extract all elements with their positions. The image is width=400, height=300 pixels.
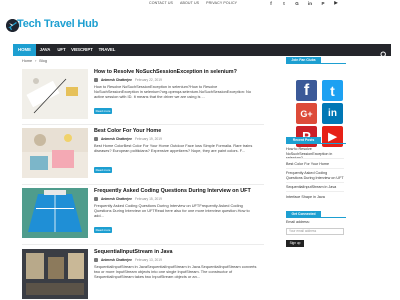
post-author[interactable]: Animesh Chatterjee bbox=[101, 137, 132, 141]
pinterest-icon[interactable]: P bbox=[320, 0, 326, 6]
top-links: CONTACT US ABOUT US PRIVACY POLICY bbox=[149, 1, 237, 6]
post-meta: Animesh Chatterjee February 13, 2019 bbox=[94, 258, 162, 262]
post-item: SequentialInputStream in Java Animesh Ch… bbox=[22, 249, 264, 300]
post-thumbnail[interactable] bbox=[22, 188, 88, 238]
breadcrumb-current: Blog bbox=[39, 59, 48, 63]
breadcrumb-separator: › bbox=[35, 59, 37, 63]
post-thumbnail[interactable] bbox=[22, 69, 88, 119]
divider bbox=[286, 168, 344, 169]
breadcrumb: Home › Blog bbox=[22, 59, 47, 63]
youtube-icon[interactable]: ▶ bbox=[333, 0, 339, 6]
privacy-link[interactable]: PRIVACY POLICY bbox=[206, 1, 237, 6]
read-more-button[interactable]: Read more bbox=[94, 227, 112, 233]
email-label: Email address: bbox=[286, 220, 310, 224]
post-thumbnail[interactable] bbox=[22, 128, 88, 178]
post-title[interactable]: How to Resolve NoSuchSessionException in… bbox=[94, 69, 264, 76]
signup-button[interactable]: Sign up bbox=[286, 240, 304, 247]
post-item: How to Resolve NoSuchSessionException in… bbox=[22, 69, 264, 121]
widget-divider bbox=[286, 63, 346, 64]
search-icon[interactable] bbox=[380, 46, 388, 59]
post-excerpt: Frequently Asked Coding Questions During… bbox=[94, 203, 250, 219]
contact-link[interactable]: CONTACT US bbox=[149, 1, 173, 6]
nav-item-java[interactable]: JAVA bbox=[36, 44, 54, 56]
post-author[interactable]: Animesh Chatterjee bbox=[101, 78, 132, 82]
nav-item-travel[interactable]: TRAVEL bbox=[97, 44, 117, 56]
main-nav: HOME JAVA UFT VBSCRIPT TRAVEL bbox=[13, 44, 391, 59]
email-input[interactable]: Your email address bbox=[286, 228, 344, 235]
divider bbox=[286, 191, 344, 192]
facebook-icon[interactable]: f bbox=[296, 80, 317, 101]
post-title[interactable]: SequentialInputStream in Java bbox=[94, 249, 264, 256]
google-plus-icon[interactable]: G bbox=[294, 0, 300, 6]
linkedin-icon[interactable]: in bbox=[307, 0, 313, 6]
divider bbox=[22, 244, 264, 245]
widget-divider bbox=[286, 143, 346, 144]
nav-item-uft[interactable]: UFT bbox=[54, 44, 69, 56]
divider bbox=[22, 124, 264, 125]
nav-item-vbscript[interactable]: VBSCRIPT bbox=[70, 44, 94, 56]
widget-divider bbox=[286, 217, 346, 218]
post-title[interactable]: Best Color For Your Home bbox=[94, 128, 264, 135]
post-item: Frequently Asked Coding Questions During… bbox=[22, 188, 264, 240]
read-more-button[interactable]: Read more bbox=[94, 167, 112, 173]
author-avatar bbox=[94, 258, 98, 262]
divider bbox=[286, 158, 344, 159]
post-date: February 15, 2019 bbox=[134, 197, 162, 201]
post-meta: Animesh Chatterjee February 15, 2019 bbox=[94, 197, 162, 201]
post-date: February 22, 2019 bbox=[134, 78, 162, 82]
recent-post-link[interactable]: SequentialInputStream in Java bbox=[286, 185, 344, 190]
read-more-button[interactable]: Read more bbox=[94, 108, 112, 114]
linkedin-icon[interactable]: in bbox=[322, 103, 343, 124]
post-meta: Animesh Chatterjee February 19, 2019 bbox=[94, 137, 162, 141]
recent-post-link[interactable]: Frequently Asked Coding Questions During… bbox=[286, 171, 344, 180]
author-avatar bbox=[94, 78, 98, 82]
author-avatar bbox=[94, 197, 98, 201]
site-title[interactable]: Tech Travel Hub bbox=[17, 18, 98, 30]
nav-item-home[interactable]: HOME bbox=[13, 44, 36, 56]
post-excerpt: How to Resolve NoSuchSessionException in… bbox=[94, 84, 252, 100]
post-excerpt: SequentialInputStream in JavaSequentialI… bbox=[94, 264, 257, 280]
recent-post-link[interactable]: Best Color For Your Home bbox=[286, 162, 344, 167]
post-item: Best Color For Your Home Animesh Chatter… bbox=[22, 128, 264, 180]
post-excerpt: Best Home ColorBest Color For Your Home … bbox=[94, 143, 253, 154]
post-thumbnail[interactable] bbox=[22, 249, 88, 299]
recent-post-link[interactable]: Interface Shape in Java bbox=[286, 195, 344, 200]
post-title[interactable]: Frequently Asked Coding Questions During… bbox=[94, 188, 264, 195]
twitter-icon[interactable]: t bbox=[281, 0, 287, 6]
twitter-icon[interactable]: t bbox=[322, 80, 343, 101]
facebook-icon[interactable]: f bbox=[268, 0, 274, 6]
about-link[interactable]: ABOUT US bbox=[180, 1, 199, 6]
divider bbox=[286, 182, 344, 183]
google-plus-icon[interactable]: G+ bbox=[296, 103, 317, 124]
author-avatar bbox=[94, 137, 98, 141]
top-bar: CONTACT US ABOUT US PRIVACY POLICY f t G… bbox=[0, 0, 400, 7]
post-meta: Animesh Chatterjee February 22, 2019 bbox=[94, 78, 162, 82]
divider bbox=[22, 184, 264, 185]
top-social-icons: f t G in P ▶ bbox=[268, 0, 339, 6]
breadcrumb-home[interactable]: Home bbox=[22, 59, 32, 63]
post-author[interactable]: Animesh Chatterjee bbox=[101, 258, 132, 262]
post-date: February 19, 2019 bbox=[134, 137, 162, 141]
post-author[interactable]: Animesh Chatterjee bbox=[101, 197, 132, 201]
post-date: February 13, 2019 bbox=[134, 258, 162, 262]
